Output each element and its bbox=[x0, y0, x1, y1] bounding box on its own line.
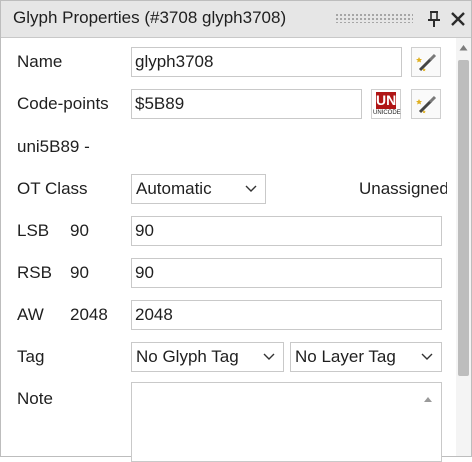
panel-title: Glyph Properties (#3708 glyph3708) bbox=[13, 8, 287, 27]
lsb-field[interactable]: 90 bbox=[131, 216, 442, 246]
glyph-tag-dropdown[interactable]: No Glyph Tag bbox=[131, 342, 284, 372]
note-scrollbar[interactable] bbox=[415, 383, 441, 461]
rsb-field[interactable]: 90 bbox=[131, 258, 442, 288]
chevron-down-icon bbox=[245, 185, 257, 192]
unicode-logo-word: UNICODE bbox=[373, 110, 401, 116]
close-icon[interactable] bbox=[449, 9, 467, 29]
otclass-dropdown[interactable]: Automatic bbox=[131, 174, 266, 204]
glyph-tag-selected-value: No Glyph Tag bbox=[136, 347, 239, 366]
unicode-name-text: uni5B89 - bbox=[17, 137, 90, 156]
scroll-up-arrow-icon bbox=[424, 397, 432, 402]
otclass-selected-value: Automatic bbox=[136, 179, 212, 198]
name-magic-wand-button[interactable] bbox=[411, 47, 441, 77]
rsb-current-value: 90 bbox=[70, 263, 89, 282]
note-textarea[interactable] bbox=[131, 382, 442, 462]
note-label: Note bbox=[17, 389, 53, 408]
layer-tag-dropdown[interactable]: No Layer Tag bbox=[290, 342, 442, 372]
panel-scrollbar[interactable] bbox=[456, 38, 471, 456]
unicode-logo-icon: UN bbox=[376, 92, 397, 109]
aw-field[interactable]: 2048 bbox=[131, 300, 442, 330]
scrollbar-thumb[interactable] bbox=[458, 60, 469, 376]
lsb-label: LSB bbox=[17, 221, 50, 240]
aw-label: AW bbox=[17, 305, 44, 324]
unicode-lookup-button[interactable]: UN UNICODE bbox=[371, 89, 401, 119]
layer-tag-selected-value: No Layer Tag bbox=[295, 347, 396, 366]
codepoints-field[interactable]: $5B89 bbox=[131, 89, 362, 119]
scroll-up-arrow-icon bbox=[459, 45, 468, 51]
otclass-label: OT Class bbox=[17, 179, 88, 198]
name-field[interactable]: glyph3708 bbox=[131, 47, 402, 77]
tag-label: Tag bbox=[17, 347, 45, 366]
pin-icon[interactable] bbox=[425, 9, 443, 29]
rsb-label: RSB bbox=[17, 263, 52, 282]
chevron-down-icon bbox=[421, 353, 433, 360]
magic-wand-icon bbox=[416, 95, 437, 114]
lsb-current-value: 90 bbox=[70, 221, 89, 240]
otclass-status-text: Unassigned bbox=[359, 179, 447, 198]
magic-wand-icon bbox=[416, 53, 437, 72]
name-label: Name bbox=[17, 52, 63, 71]
chevron-down-icon bbox=[263, 353, 275, 360]
codepoints-label: Code-points bbox=[17, 94, 109, 113]
panel-title-bar[interactable]: Glyph Properties (#3708 glyph3708) bbox=[1, 1, 471, 38]
aw-current-value: 2048 bbox=[70, 305, 108, 324]
codepoints-magic-wand-button[interactable] bbox=[411, 89, 441, 119]
glyph-properties-panel: Glyph Properties (#3708 glyph3708) Name … bbox=[0, 0, 472, 462]
drag-grip[interactable] bbox=[335, 13, 413, 23]
